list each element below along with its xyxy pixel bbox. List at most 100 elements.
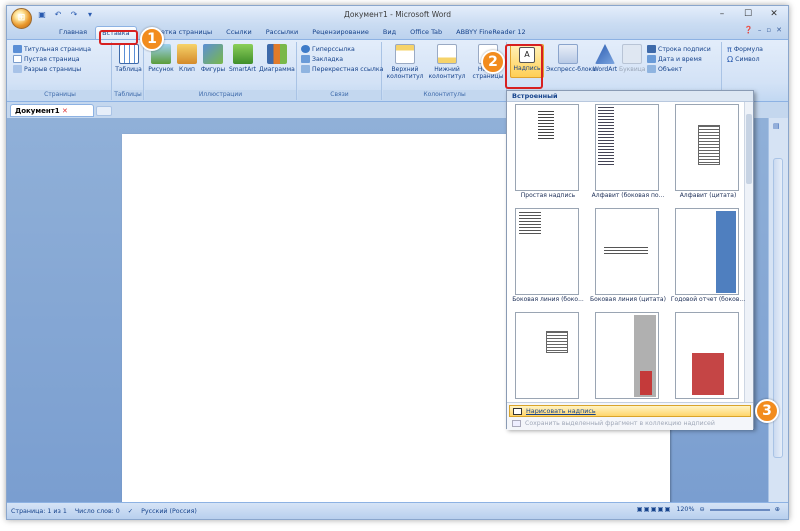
formula-button[interactable]: π Формула (727, 44, 783, 54)
formula-label: Формула (733, 45, 763, 53)
footer-label: Нижний колонтитул (428, 66, 466, 80)
dropcap-button[interactable]: Буквица (619, 44, 646, 73)
shapes-button[interactable]: Фигуры (200, 44, 226, 73)
title-bar: ▣ ↶ ↷ ▾ Документ1 - Microsoft Word – ☐ ✕ (7, 6, 788, 24)
cover-page-button[interactable]: Титульная страница (13, 44, 111, 54)
tab-home[interactable]: Главная (53, 26, 93, 39)
gallery-thumb-8 (595, 312, 659, 399)
gallery-caption: Годовой отчет (боков... (670, 296, 746, 303)
hyperlink-button[interactable]: Гиперссылка (301, 44, 381, 54)
signature-label: Строка подписи (658, 45, 711, 53)
zoom-slider[interactable] (709, 508, 770, 511)
date-time-label: Дата и время (658, 55, 702, 63)
maximize-icon[interactable]: ☐ (738, 8, 758, 21)
doc-close-icon[interactable]: ✕ (776, 26, 782, 34)
simple-textbox-thumb (515, 104, 579, 191)
tab-review[interactable]: Рецензирование (306, 26, 375, 39)
save-selection-label: Сохранить выделенный фрагмент в коллекци… (525, 420, 715, 427)
tab-close-icon[interactable]: ✕ (62, 107, 68, 115)
calendar-icon (647, 55, 656, 63)
help-controls: ❓ – ▫ ✕ (744, 26, 782, 34)
footer-icon (437, 44, 457, 64)
draw-textbox-icon (513, 408, 522, 415)
zoom-in-icon[interactable]: ⊕ (775, 506, 780, 513)
gallery-item-simple[interactable]: Простая надпись (509, 104, 587, 208)
group-links: Гиперссылка Закладка Перекрестная ссылка… (298, 42, 383, 100)
gallery-item-sideline-sidebar[interactable]: Боковая линия (боко... (509, 208, 587, 312)
office-button[interactable]: ⊞ (11, 8, 32, 29)
date-time-button[interactable]: Дата и время (647, 54, 711, 64)
signature-line-button[interactable]: Строка подписи (647, 44, 711, 54)
group-illustrations-label: Иллюстрации (145, 90, 296, 100)
table-button[interactable]: Таблица (115, 44, 142, 73)
signature-icon (647, 45, 656, 53)
quick-parts-button[interactable]: Экспресс-блоки (546, 44, 596, 73)
chart-label: Диаграмма (259, 66, 295, 73)
symbol-button[interactable]: Ω Символ (727, 54, 783, 64)
ruler-toggle-icon[interactable]: ▤ (773, 122, 783, 132)
object-button[interactable]: Объект (647, 64, 711, 74)
tab-view[interactable]: Вид (377, 26, 402, 39)
help-icon[interactable]: ❓ (744, 26, 753, 34)
page-break-button[interactable]: Разрыв страницы (13, 64, 111, 74)
header-button[interactable]: Верхний колонтитул (385, 44, 425, 80)
wordart-label: WordArt (592, 66, 618, 73)
zoom-out-icon[interactable]: ⊖ (699, 506, 704, 513)
dropcap-label: Буквица (619, 66, 646, 73)
clipart-button[interactable]: Клип (176, 44, 198, 73)
clipart-label: Клип (179, 66, 195, 73)
hyperlink-icon (301, 45, 310, 53)
table-icon (118, 44, 139, 64)
quick-parts-icon (558, 44, 578, 64)
gallery-thumb-9 (675, 312, 739, 399)
gallery-item-7[interactable] (509, 312, 587, 416)
tab-references[interactable]: Ссылки (220, 26, 258, 39)
gallery-caption: Боковая линия (цитата) (590, 296, 666, 303)
dropcap-icon (622, 44, 642, 64)
proofing-icon[interactable]: ✓ (128, 508, 133, 515)
view-buttons[interactable]: ▣▣▣▣▣ (637, 506, 672, 513)
zoom-level[interactable]: 120% (676, 506, 694, 513)
step-marker-3: 3 (755, 399, 779, 423)
vertical-scrollbar[interactable]: ▤ (768, 118, 788, 503)
language[interactable]: Русский (Россия) (141, 508, 197, 515)
symbol-label: Символ (735, 55, 760, 63)
gallery-item-annual-report[interactable]: Годовой отчет (боков... (669, 208, 747, 312)
document-tab[interactable]: Документ1 ✕ (10, 104, 94, 117)
blank-page-button[interactable]: Пустая страница (13, 54, 111, 64)
tab-office-tab[interactable]: Office Tab (404, 26, 448, 39)
gallery-item-9[interactable] (669, 312, 747, 416)
document-tab-label: Документ1 (15, 107, 60, 115)
omega-icon: Ω (727, 54, 734, 64)
smartart-button[interactable]: SmartArt (228, 44, 257, 73)
hyperlink-label: Гиперссылка (312, 45, 355, 53)
minimize-icon[interactable]: – (712, 8, 732, 21)
footer-button[interactable]: Нижний колонтитул (427, 44, 467, 80)
draw-textbox-item[interactable]: Нарисовать надпись (509, 405, 751, 417)
word-count[interactable]: Число слов: 0 (75, 508, 120, 515)
close-icon[interactable]: ✕ (764, 8, 784, 21)
new-tab-button[interactable] (96, 106, 112, 116)
table-label: Таблица (115, 66, 142, 73)
page-count[interactable]: Страница: 1 из 1 (11, 508, 67, 515)
ribbon-minimize-icon[interactable]: – (758, 26, 762, 34)
gallery-item-sideline-quote[interactable]: Боковая линия (цитата) (589, 208, 667, 312)
chart-button[interactable]: Диаграмма (259, 44, 295, 73)
page-break-label: Разрыв страницы (24, 65, 82, 73)
window-title: Документ1 - Microsoft Word (344, 10, 451, 19)
save-selection-item[interactable]: Сохранить выделенный фрагмент в коллекци… (509, 418, 751, 429)
gallery-item-alphabet-sidebar[interactable]: Алфавит (боковая по... (589, 104, 667, 208)
bookmark-icon (301, 55, 310, 63)
highlight-textbox-button (505, 44, 543, 89)
cross-reference-button[interactable]: Перекрестная ссылка (301, 64, 383, 74)
gallery-item-8[interactable] (589, 312, 667, 416)
wordart-button[interactable]: WordArt (592, 44, 618, 73)
tab-mailings[interactable]: Рассылки (260, 26, 305, 39)
group-links-label: Связи (298, 90, 381, 100)
ribbon-restore-icon[interactable]: ▫ (766, 26, 771, 34)
group-tables-label: Таблицы (113, 90, 143, 100)
cover-page-label: Титульная страница (24, 45, 91, 53)
bookmark-button[interactable]: Закладка (301, 54, 381, 64)
tab-abbyy[interactable]: ABBYY FineReader 12 (450, 26, 532, 39)
gallery-item-alphabet-quote[interactable]: Алфавит (цитата) (669, 104, 747, 208)
